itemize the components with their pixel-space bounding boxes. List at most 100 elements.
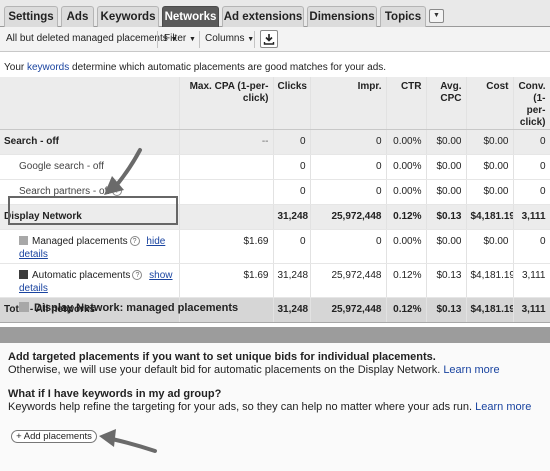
toolbar-divider [254,31,255,48]
cell-ctr: 0.12% [386,297,427,323]
cell-impr: 0 [310,129,387,155]
tab-networks[interactable]: Networks [162,6,219,27]
cell-clicks: 0 [273,179,311,205]
column-header-ctr[interactable]: CTR [386,77,427,130]
cell-clicks: 31,248 [273,297,311,323]
details-link[interactable]: details [19,249,48,260]
cell-clicks: 31,248 [273,204,311,230]
cell-cost: $0.00 [466,229,514,264]
tab-settings[interactable]: Settings [4,6,58,27]
cell-avg-cpc: $0.00 [426,179,467,205]
panel-heading-keywords: What if I have keywords in my ad group? [8,388,222,400]
managed-placements-highlight [8,196,178,225]
cell-ctr: 0.12% [386,263,427,298]
help-icon[interactable]: ? [132,270,143,281]
filter-label: Filter [164,33,187,44]
table-row-automatic-placements: Automatic placements? show details $1.69… [0,263,550,298]
keywords-info-text: Your keywords determine which automatic … [4,62,386,73]
managed-swatch-icon [19,302,29,312]
tab-keywords[interactable]: Keywords [97,6,159,27]
cell-max-cpa [179,154,274,180]
table-row-managed-placements: Managed placements? hide details $1.69 0… [0,229,550,264]
cell-ctr: 0.00% [386,229,427,264]
cell-avg-cpc: $0.13 [426,297,467,323]
cell-avg-cpc: $0.00 [426,229,467,264]
toolbar: All but deleted managed placements ▼ Fil… [0,27,550,52]
cell-cost: $4,181.19 [466,204,514,230]
column-header-network [0,77,180,130]
view-filter-dropdown[interactable]: All but deleted managed placements ▼ [6,33,178,44]
cell-ctr: 0.00% [386,154,427,180]
panel-text: Keywords help refine the targeting for y… [8,401,473,413]
tab-bar: Settings Ads Keywords Networks Ad extens… [0,0,550,27]
filter-dropdown[interactable]: Filter ▼ [164,33,196,44]
info-suffix: determine which automatic placements are… [69,62,387,73]
cell-max-cpa [179,179,274,205]
cell-conversions: 3,111 [513,263,550,298]
automatic-swatch-icon [19,270,28,279]
info-prefix: Your [4,62,27,73]
cell-cost: $0.00 [466,154,514,180]
cell-avg-cpc: $0.13 [426,204,467,230]
table-row-google-search: Google search - off 0 0 0.00% $0.00 $0.0… [0,154,550,180]
tab-dimensions[interactable]: Dimensions [307,6,377,27]
cell-avg-cpc: $0.00 [426,129,467,155]
column-header-max-cpa[interactable]: Max. CPA (1-per-click) [179,77,274,130]
learn-more-link[interactable]: Learn more [443,364,499,376]
toolbar-divider [157,31,158,48]
column-header-clicks[interactable]: Clicks [273,77,311,130]
cell-max-cpa[interactable]: $1.69 [179,229,274,264]
cell-impr: 25,972,448 [310,204,387,230]
cell-impr: 0 [310,154,387,180]
managed-swatch-icon [19,236,28,245]
panel-text: Otherwise, we will use your default bid … [8,364,441,376]
section-divider [0,327,550,343]
row-label-cell: Automatic placements? show details [0,263,180,298]
cell-max-cpa[interactable]: $1.69 [179,263,274,298]
managed-placements-legend: Display Network: managed placements [19,302,238,314]
cell-conversions: 3,111 [513,297,550,323]
column-header-conversions[interactable]: Conv. (1-per-click) [513,77,550,130]
cell-conversions: 3,111 [513,204,550,230]
cell-ctr: 0.12% [386,204,427,230]
cell-avg-cpc: $0.00 [426,154,467,180]
cell-cost: $0.00 [466,179,514,205]
row-label-cell: Managed placements? hide details [0,229,180,264]
cell-conversions: 0 [513,229,550,264]
view-filter-label: All but deleted managed placements [6,33,168,44]
table-row-search-off: Search - off -- 0 0 0.00% $0.00 $0.00 0 [0,129,550,155]
cell-clicks: 0 [273,229,311,264]
help-icon[interactable]: ? [129,236,140,247]
download-icon [263,34,275,45]
cell-clicks: 0 [273,129,311,155]
tab-topics[interactable]: Topics [380,6,426,27]
column-header-impr[interactable]: Impr. [310,77,387,130]
column-header-avg-cpc[interactable]: Avg. CPC [426,77,467,130]
download-button[interactable] [260,30,278,48]
cell-avg-cpc: $0.13 [426,263,467,298]
cell-impr: 0 [310,179,387,205]
keywords-link[interactable]: keywords [27,62,69,73]
tab-ad-extensions[interactable]: Ad extensions [222,6,304,27]
chevron-down-icon[interactable]: ▼ [429,9,444,23]
row-label: Search - off [0,129,180,155]
cell-max-cpa: -- [179,129,274,155]
legend-label: Display Network: managed placements [34,302,239,314]
columns-dropdown[interactable]: Columns ▼ [205,33,254,44]
show-link[interactable]: show [149,270,172,281]
cell-conversions: 0 [513,179,550,205]
details-link[interactable]: details [19,283,48,294]
hide-link[interactable]: hide [146,236,165,247]
add-placements-button[interactable]: + Add placements [11,430,97,443]
learn-more-link[interactable]: Learn more [475,401,531,413]
column-header-cost[interactable]: Cost [466,77,514,130]
cell-cost: $0.00 [466,129,514,155]
cell-clicks: 0 [273,154,311,180]
tab-ads[interactable]: Ads [61,6,94,27]
columns-label: Columns [205,33,245,44]
cell-impr: 25,972,448 [310,297,387,323]
help-icon[interactable]: ? [111,186,122,197]
row-label: Google search - off [0,154,180,180]
cell-impr: 0 [310,229,387,264]
cell-cost: $4,181.19 [466,297,514,323]
